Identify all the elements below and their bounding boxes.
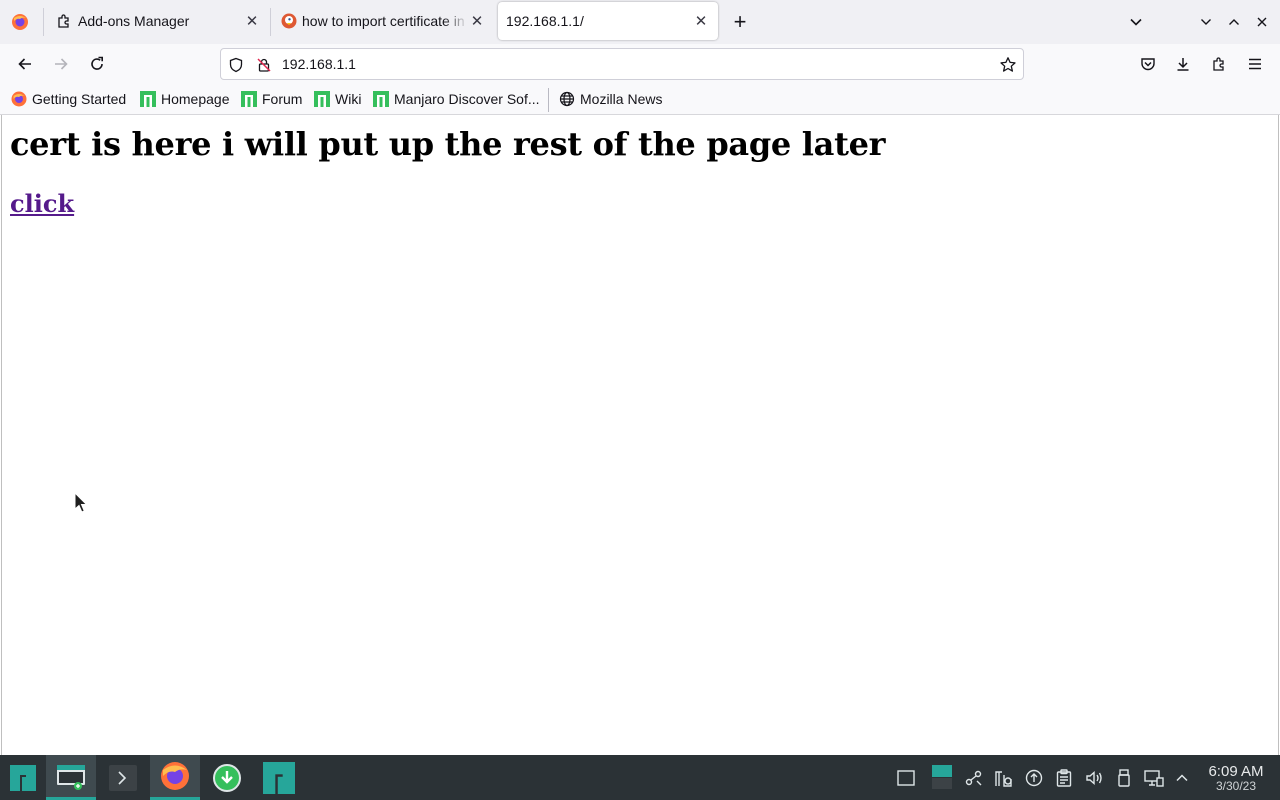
bookmark-label: Forum xyxy=(262,91,303,107)
close-tab-icon[interactable]: ✕ xyxy=(467,11,487,31)
bookmark-homepage[interactable]: Homepage xyxy=(140,89,230,109)
minimize-icon[interactable] xyxy=(1196,12,1216,32)
bookmark-label: Wiki xyxy=(335,91,362,107)
new-tab-button[interactable]: + xyxy=(728,9,752,34)
bookmark-wiki[interactable]: Wiki xyxy=(314,89,361,109)
firefox-icon xyxy=(11,91,27,107)
insecure-lock-icon[interactable] xyxy=(254,55,274,75)
usb-device-icon[interactable] xyxy=(1113,767,1135,789)
list-all-tabs-icon[interactable] xyxy=(1124,10,1148,34)
tab-bar: Add-ons Manager ✕ how to import certific… xyxy=(0,0,1280,44)
manjaro-icon xyxy=(314,91,330,107)
firefox-icon xyxy=(161,762,189,790)
bookmark-label: Homepage xyxy=(161,91,230,107)
show-desktop-icon[interactable] xyxy=(895,767,917,789)
manjaro-logo-icon xyxy=(10,764,36,791)
kde-connect-icon[interactable] xyxy=(963,767,985,789)
tab-search-certificate[interactable]: how to import certificate in ✕ xyxy=(273,2,495,40)
page-heading: cert is here i will put up the rest of t… xyxy=(10,125,886,163)
manjaro-icon xyxy=(241,91,257,107)
close-tab-icon[interactable]: ✕ xyxy=(242,11,262,31)
tab-label: how to import certificate in xyxy=(302,13,465,29)
application-launcher-button[interactable] xyxy=(0,755,46,800)
tab-label: Add-ons Manager xyxy=(78,13,190,29)
close-window-icon[interactable] xyxy=(1252,12,1272,32)
close-tab-icon[interactable]: ✕ xyxy=(691,11,711,31)
download-update-icon xyxy=(213,763,241,792)
url-text[interactable]: 192.168.1.1 xyxy=(282,56,356,72)
bookmark-star-icon[interactable] xyxy=(998,55,1018,75)
tab-addons-manager[interactable]: Add-ons Manager ✕ xyxy=(48,2,268,40)
mouse-cursor-icon xyxy=(74,492,88,513)
screen: Add-ons Manager ✕ how to import certific… xyxy=(0,0,1280,800)
bookmark-label: Manjaro Discover Sof... xyxy=(394,91,540,107)
manjaro-hello-icon xyxy=(263,761,295,794)
bookmark-manjaro-discover[interactable]: Manjaro Discover Sof... xyxy=(373,89,540,109)
navigation-toolbar: 192.168.1.1 xyxy=(0,44,1280,84)
volume-icon[interactable] xyxy=(1083,767,1105,789)
manjaro-icon xyxy=(140,91,156,107)
click-link[interactable]: click xyxy=(10,189,74,218)
taskbar-manjaro-hello[interactable] xyxy=(254,755,304,800)
globe-icon xyxy=(559,91,575,107)
updates-icon[interactable] xyxy=(1023,767,1045,789)
page-content: cert is here i will put up the rest of t… xyxy=(1,115,1279,755)
network-wired-icon[interactable] xyxy=(1143,767,1165,789)
bookmark-label: Getting Started xyxy=(32,91,127,107)
extensions-icon[interactable] xyxy=(1205,50,1233,78)
file-manager-icon xyxy=(57,765,85,790)
digital-clock[interactable]: 6:09 AM 3/30/23 xyxy=(1198,763,1274,793)
taskbar: 6:09 AM 3/30/23 xyxy=(0,755,1280,800)
downloads-icon[interactable] xyxy=(1169,50,1197,78)
clock-time: 6:09 AM xyxy=(1208,763,1264,780)
bookmark-forum[interactable]: Forum xyxy=(241,89,302,109)
taskbar-firefox[interactable] xyxy=(150,755,200,800)
tab-separator xyxy=(43,8,44,36)
package-manager-icon[interactable] xyxy=(993,767,1015,789)
maximize-icon[interactable] xyxy=(1224,12,1244,32)
pocket-icon[interactable] xyxy=(1134,50,1162,78)
reload-button[interactable] xyxy=(83,50,111,78)
app-menu-icon[interactable] xyxy=(1241,50,1269,78)
back-button[interactable] xyxy=(11,50,39,78)
bookmarks-toolbar: Getting Started Homepage Forum Wiki Manj… xyxy=(0,84,1280,115)
taskbar-software-update[interactable] xyxy=(202,755,252,800)
firefox-view-icon[interactable] xyxy=(10,12,30,32)
clock-date: 3/30/23 xyxy=(1215,779,1257,793)
bookmark-label: Mozilla News xyxy=(580,91,663,107)
duckduckgo-icon xyxy=(281,13,297,29)
puzzle-icon xyxy=(56,13,72,29)
clipboard-icon[interactable] xyxy=(1053,767,1075,789)
forward-button[interactable] xyxy=(47,50,75,78)
bookmark-mozilla-news[interactable]: Mozilla News xyxy=(559,89,662,109)
bookmark-getting-started[interactable]: Getting Started xyxy=(11,89,126,109)
bookmark-separator xyxy=(548,88,549,112)
taskbar-file-manager[interactable] xyxy=(46,755,96,800)
manjaro-icon xyxy=(373,91,389,107)
tracking-protection-shield-icon[interactable] xyxy=(226,55,246,75)
tab-local-router[interactable]: 192.168.1.1/ ✕ xyxy=(498,2,718,40)
terminal-icon xyxy=(109,764,137,791)
tab-label: 192.168.1.1/ xyxy=(506,13,584,29)
pager-desktop-icon[interactable] xyxy=(930,763,954,791)
url-bar[interactable]: 192.168.1.1 xyxy=(220,48,1024,80)
show-hidden-tray-icon[interactable] xyxy=(1171,767,1193,789)
tab-separator xyxy=(270,8,271,36)
taskbar-terminal[interactable] xyxy=(98,755,148,800)
